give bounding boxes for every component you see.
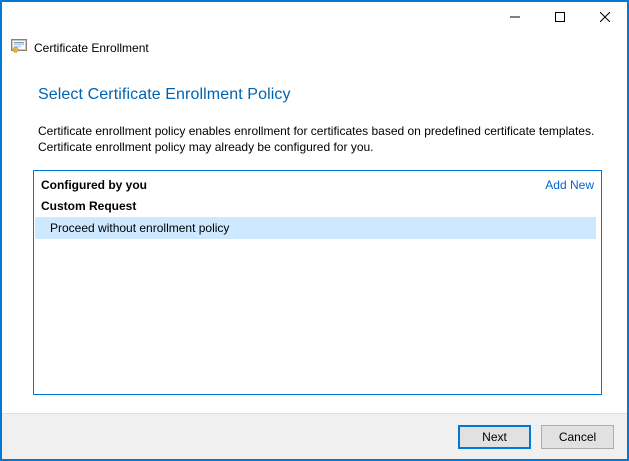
minimize-icon [509, 12, 520, 22]
certificate-enrollment-window: Certificate Enrollment Select Certificat… [0, 0, 629, 461]
description-line-2: Certificate enrollment policy may alread… [38, 140, 374, 154]
add-new-link[interactable]: Add New [545, 178, 594, 192]
app-header: Certificate Enrollment [2, 35, 627, 61]
group-label: Custom Request [41, 198, 137, 213]
minimize-button[interactable] [492, 2, 537, 32]
footer: Next Cancel [2, 413, 627, 459]
cancel-button[interactable]: Cancel [541, 424, 614, 449]
enrollment-policy-listbox[interactable]: Configured by you Add New Custom Request… [33, 170, 602, 395]
group-header-custom-request: Custom Request [34, 195, 601, 216]
page-title: Select Certificate Enrollment Policy [38, 86, 291, 103]
maximize-button[interactable] [537, 2, 582, 32]
group-label: Configured by you [41, 177, 147, 192]
maximize-icon [554, 12, 565, 22]
app-title: Certificate Enrollment [34, 41, 149, 55]
close-button[interactable] [582, 2, 627, 32]
close-icon [599, 12, 610, 22]
wizard-content: Select Certificate Enrollment Policy Cer… [2, 86, 627, 395]
certificate-icon [11, 38, 27, 59]
titlebar [2, 2, 627, 32]
description-line-1: Certificate enrollment policy enables en… [38, 124, 595, 138]
list-item-proceed-without-enrollment-policy[interactable]: Proceed without enrollment policy [35, 217, 596, 239]
group-header-configured-by-you: Configured by you Add New [34, 174, 601, 195]
page-description: Certificate enrollment policy enables en… [38, 123, 627, 155]
next-button[interactable]: Next [458, 424, 531, 449]
